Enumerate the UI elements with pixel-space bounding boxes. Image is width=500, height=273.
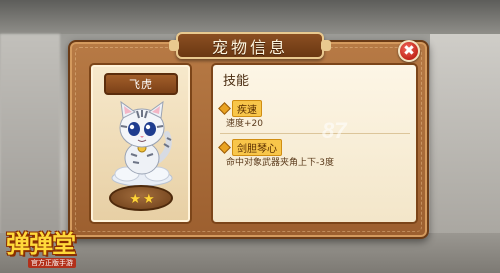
skill-row[interactable]: 疾速: [218, 100, 410, 117]
diamond-icon: [218, 141, 231, 154]
watermark: 87: [322, 118, 347, 143]
background-top: [0, 0, 500, 34]
skill-effect: 速度+20: [226, 119, 263, 129]
diamond-icon: [218, 102, 231, 115]
skills-heading: 技能: [223, 74, 250, 89]
skill-name: 剑胆琴心: [232, 139, 282, 156]
skill-row[interactable]: 剑胆琴心: [218, 139, 410, 156]
background-right-panel: [430, 34, 500, 244]
background-left-panel: [0, 34, 60, 234]
close-icon: ✖: [403, 43, 415, 59]
pet-star-rating: ★ ★: [126, 193, 158, 207]
skill-name: 疾速: [232, 100, 262, 117]
pet-tiger-illustration: [111, 100, 173, 187]
game-logo-subtitle: 官方正版手游: [28, 258, 76, 268]
pet-name: 飞虎: [129, 78, 153, 91]
dialog-title-plaque: 宠物信息: [169, 32, 331, 59]
game-logo: 弹弹堂: [6, 230, 76, 258]
pet-name-plate: 飞虎: [104, 73, 178, 95]
star-icon: ★: [143, 192, 155, 207]
star-icon: ★: [129, 192, 141, 207]
dialog-title: 宠物信息: [211, 37, 288, 57]
skill-divider: [220, 133, 410, 134]
close-button[interactable]: ✖: [398, 40, 420, 62]
skill-effect: 命中对象武器夹角上下-3度: [226, 158, 334, 168]
